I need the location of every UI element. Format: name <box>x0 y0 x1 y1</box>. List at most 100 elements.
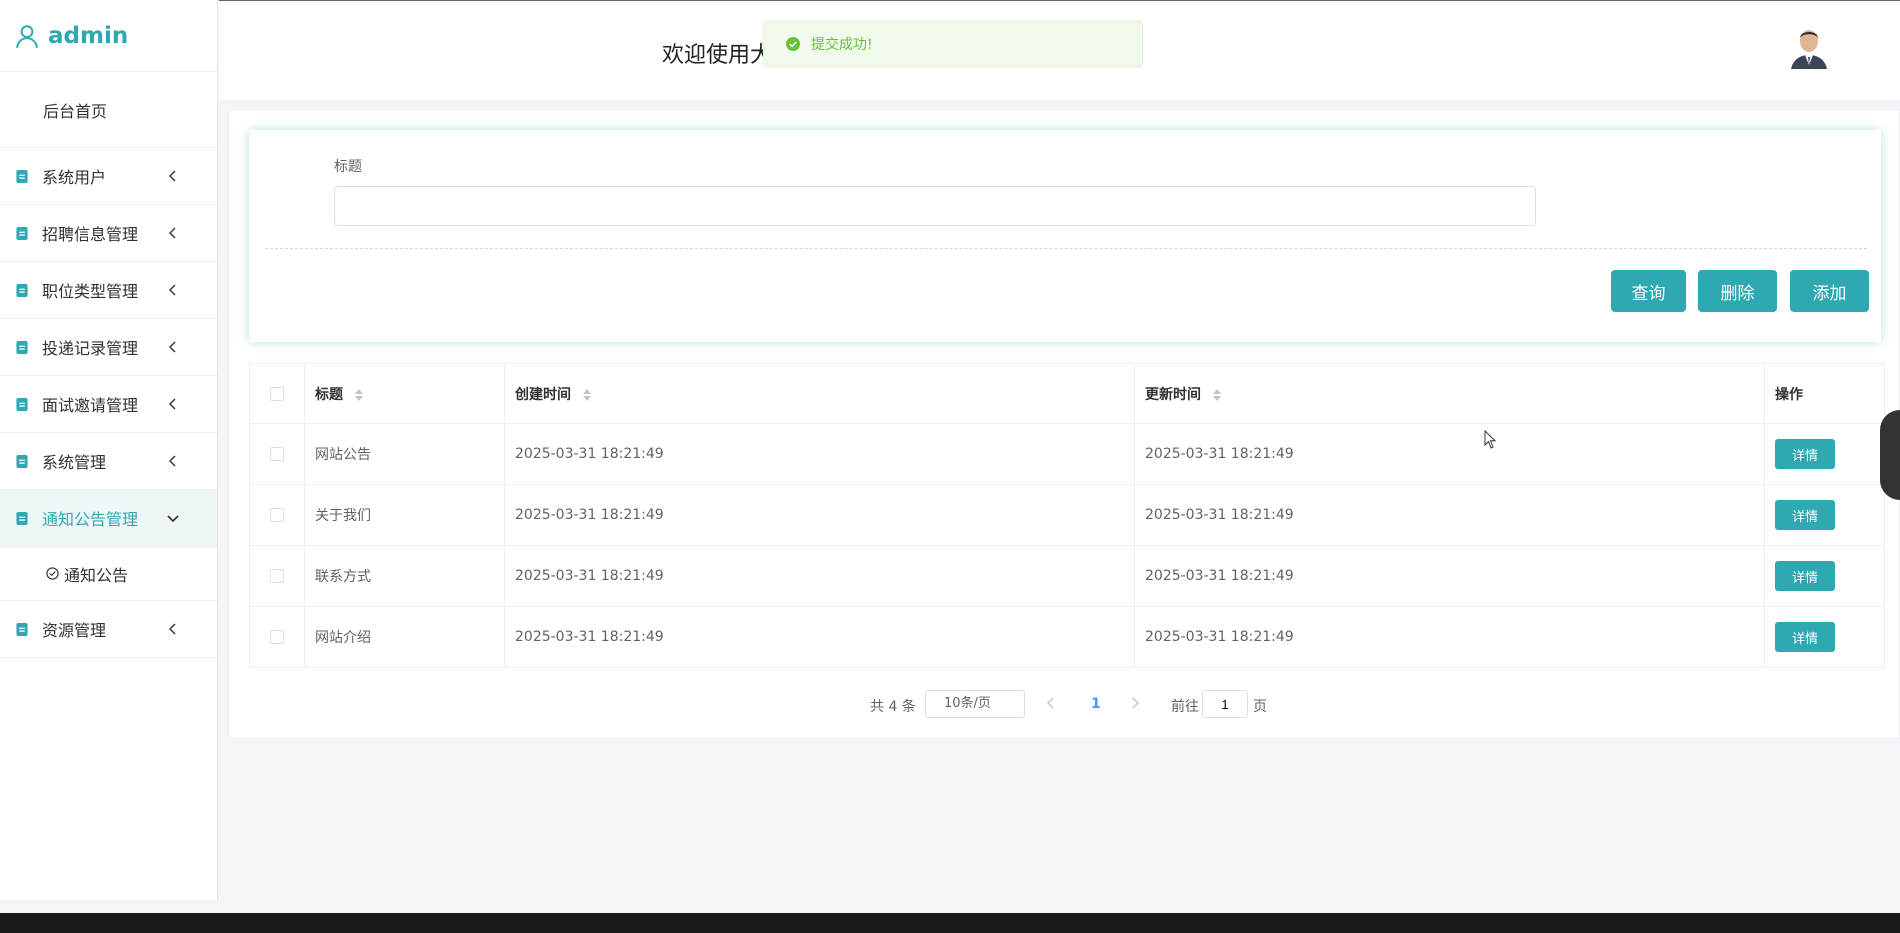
column-updated[interactable]: 更新时间 <box>1134 363 1765 424</box>
table-row: 关于我们 2025-03-31 18:21:49 2025-03-31 18:2… <box>249 484 1885 546</box>
sidebar: admin 后台首页 系统用户 招聘信息管理 职位类型管理 投递记录管理 面试邀… <box>0 0 218 900</box>
column-actions: 操作 <box>1764 363 1885 424</box>
chevron-left-icon <box>169 623 176 635</box>
detail-button[interactable]: 详情 <box>1775 561 1835 591</box>
add-button[interactable]: 添加 <box>1790 270 1869 312</box>
avatar[interactable] <box>1787 21 1831 69</box>
sidebar-item-resources[interactable]: 资源管理 <box>0 601 217 658</box>
detail-button[interactable]: 详情 <box>1775 622 1835 652</box>
sidebar-item-label: 投递记录管理 <box>42 339 139 358</box>
query-button[interactable]: 查询 <box>1611 270 1686 312</box>
chevron-left-icon <box>169 227 176 239</box>
user-icon <box>16 24 38 48</box>
sidebar-item-interviews[interactable]: 面试邀请管理 <box>0 376 217 433</box>
document-icon <box>16 340 28 354</box>
sidebar-item-job-types[interactable]: 职位类型管理 <box>0 262 217 319</box>
document-icon <box>16 226 28 240</box>
mouse-cursor-icon <box>1484 430 1497 449</box>
success-toast: 提交成功! <box>763 20 1143 68</box>
title-input[interactable] <box>334 186 1536 226</box>
delete-button[interactable]: 删除 <box>1698 270 1777 312</box>
sidebar-item-system-users[interactable]: 系统用户 <box>0 148 217 205</box>
current-page[interactable]: 1 <box>1091 696 1101 712</box>
cell-title: 关于我们 <box>304 484 505 546</box>
sort-icon[interactable] <box>1212 388 1222 401</box>
sidebar-item-system-management[interactable]: 系统管理 <box>0 433 217 490</box>
table-header-row: 标题 创建时间 更新时间 操作 <box>249 363 1885 424</box>
cell-updated: 2025-03-31 18:21:49 <box>1134 423 1765 485</box>
floating-side-tab[interactable] <box>1880 410 1900 500</box>
document-icon <box>16 397 28 411</box>
row-checkbox[interactable] <box>270 630 284 644</box>
cell-actions: 详情 <box>1764 484 1885 546</box>
cell-actions: 详情 <box>1764 423 1885 485</box>
chevron-left-icon <box>169 170 176 182</box>
sidebar-item-notices[interactable]: 通知公告管理 <box>0 490 217 547</box>
cell-created: 2025-03-31 18:21:49 <box>504 484 1135 546</box>
chevron-left-icon <box>169 398 176 410</box>
cell-updated: 2025-03-31 18:21:49 <box>1134 545 1765 607</box>
toast-message: 提交成功! <box>811 37 873 53</box>
sidebar-item-recruitment[interactable]: 招聘信息管理 <box>0 205 217 262</box>
cell-updated: 2025-03-31 18:21:49 <box>1134 606 1765 668</box>
document-icon <box>16 169 28 183</box>
pagination: 共 4 条 10条/页 1 前往 页 <box>229 690 1899 720</box>
content-panel: 标题 查询 删除 添加 标题 创建时间 更新时间 操作 网站公告 2025-03… <box>228 109 1900 739</box>
cell-created: 2025-03-31 18:21:49 <box>504 423 1135 485</box>
row-check-cell <box>249 484 305 546</box>
document-icon <box>16 511 28 525</box>
welcome-text: 欢迎使用大 <box>662 43 773 68</box>
row-checkbox[interactable] <box>270 447 284 461</box>
row-check-cell <box>249 606 305 668</box>
chevron-down-icon <box>167 515 179 523</box>
sidebar-item-applications[interactable]: 投递记录管理 <box>0 319 217 376</box>
detail-button[interactable]: 详情 <box>1775 439 1835 469</box>
title-label: 标题 <box>334 159 362 175</box>
row-checkbox[interactable] <box>270 508 284 522</box>
sidebar-item-label: 资源管理 <box>42 621 107 640</box>
avatar-image-icon <box>1787 21 1831 69</box>
table-row: 网站公告 2025-03-31 18:21:49 2025-03-31 18:2… <box>249 423 1885 485</box>
document-icon <box>16 622 28 636</box>
goto-label: 前往 <box>1171 699 1199 715</box>
chevron-left-icon <box>169 455 176 467</box>
page-jump-input[interactable] <box>1202 690 1248 718</box>
select-all-cell <box>249 363 305 424</box>
detail-button[interactable]: 详情 <box>1775 500 1835 530</box>
submenu-item-notice[interactable]: 通知公告 <box>0 547 217 601</box>
check-circle-icon <box>46 567 59 580</box>
search-card: 标题 查询 删除 添加 <box>249 130 1881 342</box>
pagination-total: 共 4 条 <box>870 699 916 715</box>
sidebar-item-home[interactable]: 后台首页 <box>0 72 217 148</box>
sidebar-item-label: 系统管理 <box>42 453 107 472</box>
column-created[interactable]: 创建时间 <box>504 363 1135 424</box>
sort-icon[interactable] <box>582 388 592 401</box>
table-row: 联系方式 2025-03-31 18:21:49 2025-03-31 18:2… <box>249 545 1885 607</box>
page-size-select[interactable]: 10条/页 <box>925 690 1025 718</box>
divider <box>265 248 1867 249</box>
column-created-label: 创建时间 <box>515 386 571 403</box>
cell-created: 2025-03-31 18:21:49 <box>504 606 1135 668</box>
cell-actions: 详情 <box>1764 606 1885 668</box>
document-icon <box>16 454 28 468</box>
bottom-bar <box>0 913 1900 933</box>
document-icon <box>16 283 28 297</box>
sidebar-item-label: 职位类型管理 <box>42 282 139 301</box>
chevron-left-icon <box>169 284 176 296</box>
row-checkbox[interactable] <box>270 569 284 583</box>
chevron-left-icon[interactable] <box>1045 697 1057 709</box>
cell-title: 联系方式 <box>304 545 505 607</box>
chevron-right-icon[interactable] <box>1129 697 1141 709</box>
sort-icon[interactable] <box>354 388 364 401</box>
row-check-cell <box>249 545 305 607</box>
page-unit-label: 页 <box>1253 699 1267 715</box>
cell-title: 网站介绍 <box>304 606 505 668</box>
select-all-checkbox[interactable] <box>270 386 284 401</box>
row-check-cell <box>249 423 305 485</box>
table-row: 网站介绍 2025-03-31 18:21:49 2025-03-31 18:2… <box>249 606 1885 668</box>
column-updated-label: 更新时间 <box>1145 386 1201 403</box>
cell-actions: 详情 <box>1764 545 1885 607</box>
sidebar-item-label: 招聘信息管理 <box>42 225 139 244</box>
cell-created: 2025-03-31 18:21:49 <box>504 545 1135 607</box>
column-title[interactable]: 标题 <box>304 363 505 424</box>
